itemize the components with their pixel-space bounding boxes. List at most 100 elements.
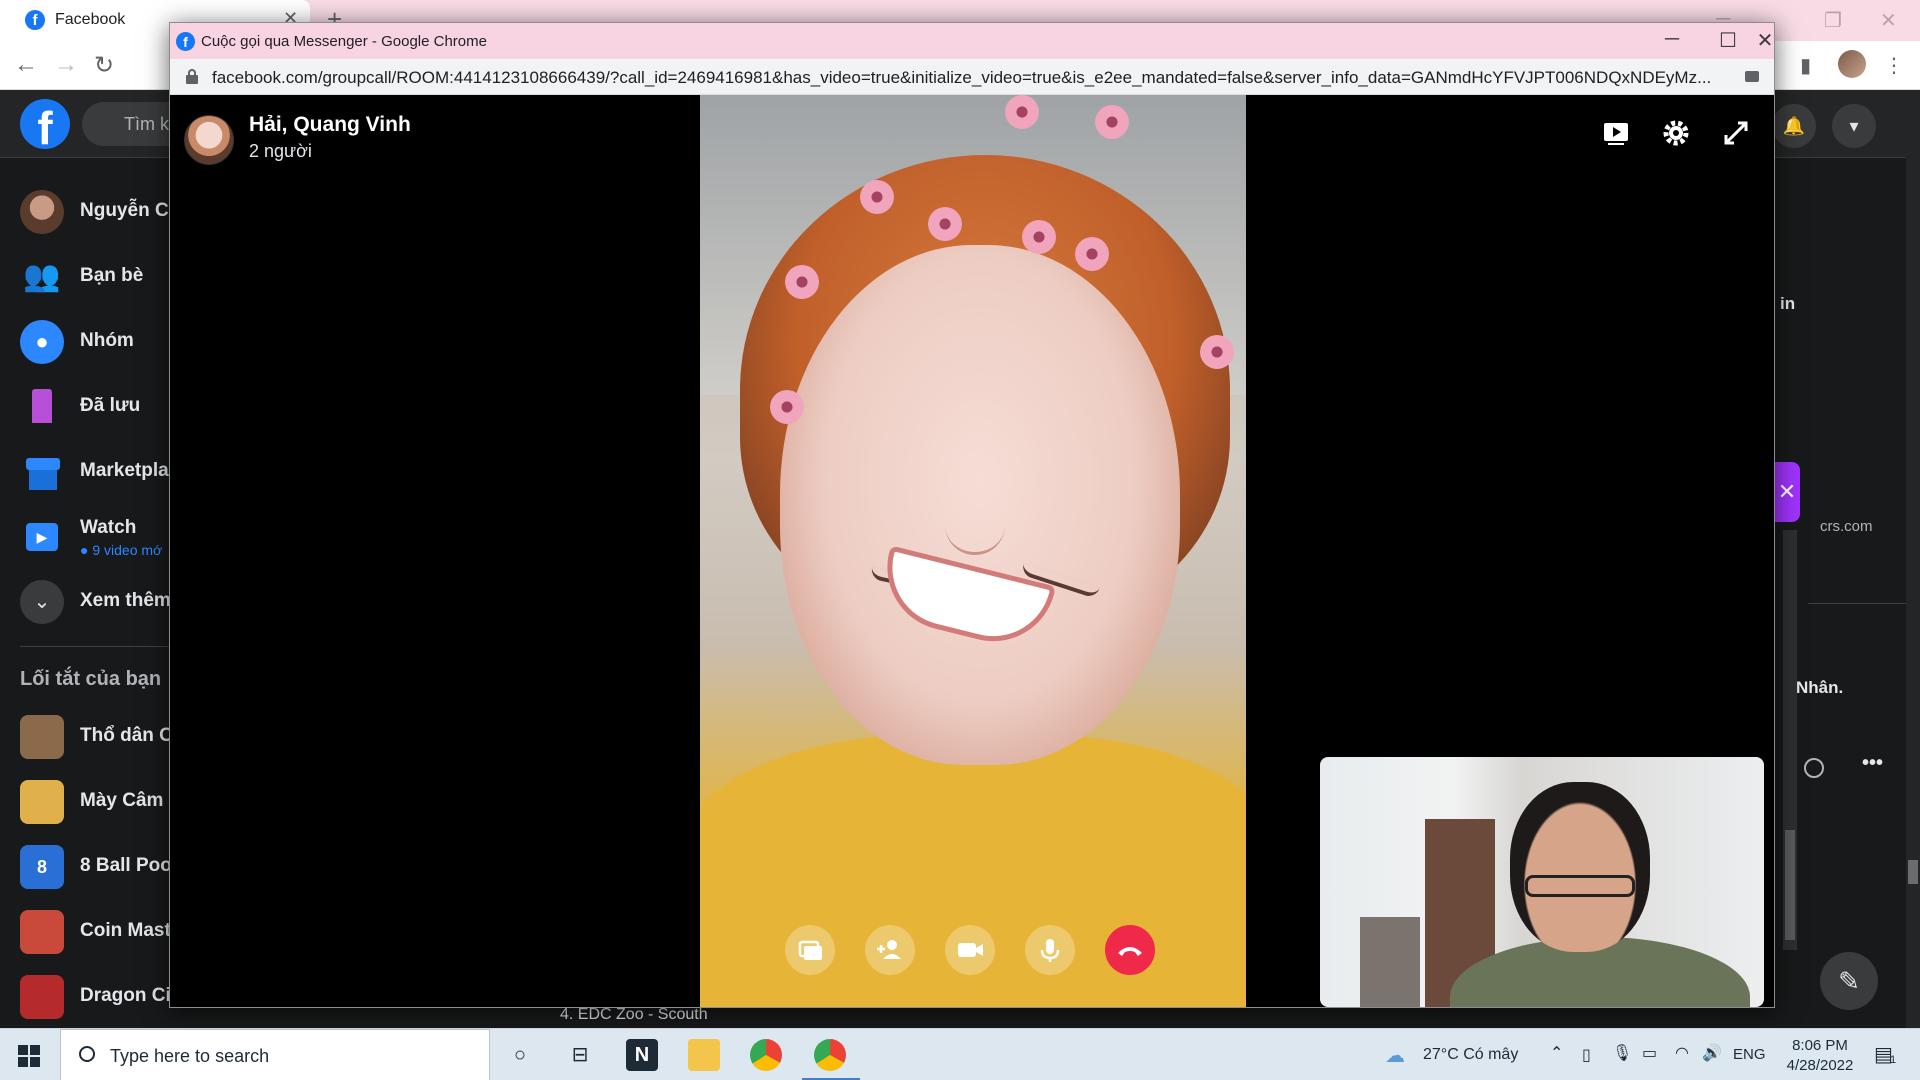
caller-avatar[interactable] — [184, 115, 234, 165]
sidebar-item-see-more[interactable]: ⌄ Xem thêm — [20, 578, 180, 626]
chrome-profile-avatar[interactable] — [1838, 50, 1866, 78]
flower-filter — [1095, 105, 1129, 139]
watch-sub-label: 9 video mớ — [92, 542, 163, 558]
back-arrow-icon[interactable]: ← — [14, 51, 38, 79]
reload-icon[interactable]: ↻ — [94, 51, 114, 80]
page-scrollbar-thumb[interactable] — [1908, 860, 1918, 884]
sidebar-item-groups[interactable]: ● Nhóm — [20, 318, 180, 366]
popup-address-bar[interactable]: facebook.com/groupcall/ROOM:441412310866… — [170, 59, 1774, 95]
taskbar-clock[interactable]: 8:06 PM 4/28/2022 — [1775, 1036, 1865, 1076]
shortcuts-title: Lối tắt của bạn — [20, 668, 162, 690]
flower-filter — [770, 390, 804, 424]
chrome-menu-icon[interactable]: ⋮ — [1884, 53, 1904, 78]
taskbar-search-placeholder: Type here to search — [110, 1046, 270, 1066]
self-video-feed[interactable] — [1320, 757, 1764, 1007]
close-icon[interactable]: ✕ — [1880, 8, 1897, 33]
facebook-logo-icon[interactable]: f — [20, 99, 70, 154]
sidebar-item-label: Đã lưu — [80, 395, 141, 416]
chevron-up-icon[interactable]: ⌃ — [1550, 1043, 1563, 1063]
shortcut-label: 8 Ball Pool — [80, 855, 178, 876]
watch-together-icon[interactable] — [1594, 111, 1638, 155]
windows-taskbar: Type here to search ○ ⊟ N ☁ 27°C Có mây … — [0, 1028, 1920, 1080]
share-screen-button[interactable] — [785, 925, 835, 975]
chrome-active-app-icon[interactable] — [814, 1039, 846, 1071]
facebook-left-sidebar: Nguyễn Cu 👥 Bạn bè ● Nhóm Đã lưu Marketp… — [0, 158, 181, 1028]
wifi-icon[interactable]: ◠ — [1675, 1043, 1689, 1063]
maximize-icon[interactable]: ☐ — [1708, 28, 1748, 53]
lock-icon[interactable] — [186, 69, 198, 84]
video-camera-button[interactable] — [945, 925, 995, 975]
scrollbar-thumb[interactable] — [1785, 830, 1795, 940]
camera-in-use-icon[interactable] — [1745, 71, 1759, 82]
shortcut-item[interactable]: 8 8 Ball Pool — [20, 843, 180, 891]
flower-filter — [1005, 95, 1039, 129]
shortcut-label: Dragon Cit — [80, 985, 178, 1006]
clock-time: 8:06 PM — [1792, 1037, 1848, 1054]
sidebar-item-label: Xem thêm — [80, 590, 171, 611]
eight-ball-icon: 8 — [20, 845, 64, 889]
cortana-icon[interactable]: ○ — [504, 1039, 536, 1071]
sidebar-icon[interactable]: ▮ — [1800, 53, 1811, 78]
more-options-icon[interactable]: ••• — [1862, 752, 1883, 775]
battery-icon[interactable]: ▭ — [1642, 1043, 1657, 1063]
sidebar-item-saved[interactable]: Đã lưu — [20, 383, 180, 431]
flower-filter — [785, 265, 819, 299]
close-icon[interactable]: ✕ — [1745, 28, 1785, 53]
page-scrollbar[interactable] — [1906, 90, 1920, 1028]
sidebar-item-watch[interactable]: ▶ Watch ● 9 video mớ — [20, 513, 180, 561]
restore-icon[interactable]: ❐ — [1824, 8, 1842, 33]
shortcut-label: Coin Maste — [80, 920, 182, 941]
self-video-shelf — [1360, 917, 1420, 1007]
fullscreen-icon[interactable] — [1714, 111, 1758, 155]
forward-arrow-icon[interactable]: → — [54, 51, 78, 79]
self-video-glasses — [1525, 875, 1635, 897]
sidebar-item-label: Nguyễn Cu — [80, 200, 181, 221]
weather-text[interactable]: 27°C Có mây — [1423, 1046, 1518, 1064]
profile-avatar — [20, 190, 64, 234]
feed-text-fragment: 4. EDC Zoo - Scouth — [560, 1006, 708, 1023]
windows-start-icon[interactable] — [18, 1045, 40, 1067]
participant-count: 2 người — [249, 141, 312, 161]
flower-filter — [860, 180, 894, 214]
notifications-icon[interactable]: 🔔 — [1772, 104, 1816, 148]
taskbar-search-box[interactable]: Type here to search — [60, 1029, 490, 1080]
facebook-favicon-icon: f — [25, 10, 45, 30]
file-explorer-icon[interactable] — [688, 1039, 720, 1071]
self-video-head — [1510, 782, 1650, 952]
chrome-app-icon[interactable] — [750, 1039, 782, 1071]
microphone-tray-icon[interactable]: 🎙 — [1612, 1043, 1632, 1063]
sidebar-item-marketplace[interactable]: Marketplac — [20, 448, 180, 496]
contacts-search-icon[interactable] — [1804, 758, 1824, 778]
settings-gear-icon[interactable] — [1654, 111, 1698, 155]
flower-filter — [1022, 220, 1056, 254]
device-icon[interactable]: ▯ — [1582, 1045, 1591, 1065]
end-call-button[interactable] — [1105, 925, 1155, 975]
language-indicator[interactable]: ENG — [1733, 1046, 1766, 1063]
shortcut-item[interactable]: Mày Câm I — [20, 778, 180, 826]
add-person-button[interactable] — [865, 925, 915, 975]
promo-close-button[interactable]: ✕ — [1774, 462, 1800, 522]
chevron-down-icon: ⌄ — [20, 580, 64, 624]
volume-icon[interactable]: 🔊 — [1702, 1043, 1722, 1063]
sidebar-item-profile[interactable]: Nguyễn Cu — [20, 188, 180, 236]
marketplace-icon — [20, 450, 64, 494]
minimize-icon[interactable]: ─ — [1652, 28, 1692, 51]
sidebar-divider — [20, 646, 170, 647]
shortcut-item[interactable]: Dragon Cit — [20, 973, 180, 1021]
shortcut-item[interactable]: Coin Maste — [20, 908, 182, 956]
flower-filter — [1075, 237, 1109, 271]
shortcut-item[interactable]: Thổ dân C — [20, 713, 180, 761]
microphone-button[interactable] — [1025, 925, 1075, 975]
sidebar-item-friends[interactable]: 👥 Bạn bè — [20, 253, 180, 301]
watch-new-videos-count: ● 9 video mớ — [80, 542, 163, 558]
account-menu-icon[interactable]: ▾ — [1832, 104, 1876, 148]
weather-cloud-icon[interactable]: ☁ — [1385, 1043, 1405, 1068]
task-view-icon[interactable]: ⊟ — [564, 1039, 596, 1071]
sidebar-item-label: Bạn bè — [80, 265, 144, 286]
remote-video-feed — [700, 95, 1246, 1007]
popup-url[interactable]: facebook.com/groupcall/ROOM:441412310866… — [212, 68, 1732, 88]
new-message-icon[interactable]: ✎ — [1820, 952, 1878, 1010]
popup-titlebar: f Cuộc gọi qua Messenger - Google Chrome… — [170, 23, 1774, 59]
sidebar-item-label: Marketplac — [80, 460, 180, 481]
notion-app-icon[interactable]: N — [626, 1039, 658, 1071]
